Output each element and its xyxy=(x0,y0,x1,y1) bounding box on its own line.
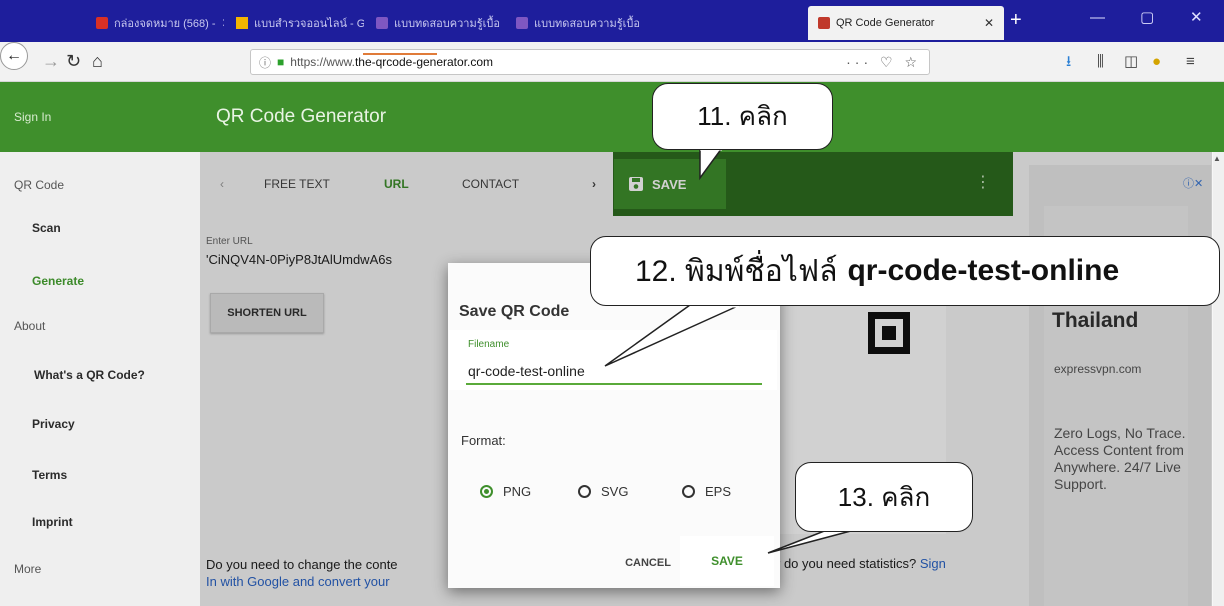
url-text: https://www.the-qrcode-generator.com xyxy=(290,55,493,69)
sidebar-heading-more: More xyxy=(14,562,42,576)
back-icon[interactable]: ← xyxy=(0,42,28,70)
menu-icon[interactable]: ≡ xyxy=(1186,54,1195,70)
format-radio-png[interactable]: PNG xyxy=(480,484,531,499)
radio-label: SVG xyxy=(601,484,629,499)
url-domain: the-qrcode-generator.com xyxy=(354,55,494,69)
navigation-bar: ← → ↻ ⌂ ⓘ ■ https://www.the-qrcode-gener… xyxy=(0,42,1224,82)
qr-favicon-icon xyxy=(818,17,830,29)
extension-icon[interactable]: ● xyxy=(1152,54,1161,70)
tab-label: แบบทดสอบความรู้เบื้อ xyxy=(534,18,640,30)
sidebar-item-generate[interactable]: Generate xyxy=(32,274,84,288)
radio-selected-icon xyxy=(480,485,493,498)
info-icon[interactable]: ⓘ xyxy=(259,54,271,71)
library-icon[interactable]: ⫼ xyxy=(1097,54,1104,70)
address-bar[interactable]: ⓘ ■ https://www.the-qrcode-generator.com… xyxy=(250,49,930,75)
callout-text: 11. คลิก xyxy=(697,101,788,131)
download-icon[interactable]: ⭳ xyxy=(1066,54,1071,70)
browser-tab-forms-1[interactable]: แบบทดสอบความรู้เบื้อ ✕ xyxy=(366,6,504,40)
tab-label: กล่องจดหมาย (568) - xyxy=(114,18,216,30)
callout-step-12: 12. พิมพ์ชื่อไฟล์ qr-code-test-online xyxy=(590,236,1220,306)
format-radio-svg[interactable]: SVG xyxy=(578,484,628,499)
close-window-icon[interactable]: ✕ xyxy=(1190,10,1203,25)
page-actions-icon[interactable]: ··· ♡ ☆ xyxy=(846,54,921,71)
callout-step-11: 11. คลิก xyxy=(652,83,833,150)
callout-step-13: 13. คลิก xyxy=(795,462,973,532)
dialog-title: Save QR Code xyxy=(459,303,570,320)
sidebar-item-whats-a-qr-code[interactable]: What's a QR Code? xyxy=(34,368,145,382)
dialog-save-button[interactable]: SAVE xyxy=(680,536,774,586)
tab-label: แบบทดสอบความรู้เบื้อ xyxy=(394,18,500,30)
radio-label: EPS xyxy=(705,484,732,499)
page-title: QR Code Generator xyxy=(216,106,387,127)
gmail-icon xyxy=(96,17,108,29)
filename-input[interactable] xyxy=(466,359,762,385)
browser-tab-drive[interactable]: แบบสำรวจออนไลน์ - G ✕ xyxy=(226,6,364,40)
radio-unselected-icon xyxy=(682,485,695,498)
browser-tab-gmail[interactable]: กล่องจดหมาย (568) - ✕ xyxy=(86,6,224,40)
forward-icon[interactable]: → xyxy=(42,50,60,72)
sidebar-toggle-icon[interactable]: ◫ xyxy=(1124,54,1138,70)
forms-icon xyxy=(516,17,528,29)
cancel-button[interactable]: CANCEL xyxy=(618,548,678,578)
callout-filename: qr-code-test-online xyxy=(847,254,1120,287)
sidebar-header: Sign In xyxy=(0,82,200,152)
close-icon[interactable]: ✕ xyxy=(984,16,994,30)
sidebar-heading-about: About xyxy=(14,319,46,333)
browser-tab-qr-generator[interactable]: QR Code Generator ✕ xyxy=(808,6,1004,40)
scroll-up-icon[interactable]: ▲ xyxy=(1213,154,1221,163)
active-tab-indicator xyxy=(363,53,437,55)
lock-icon: ■ xyxy=(277,55,285,69)
format-label: Format: xyxy=(461,433,506,448)
tab-label: แบบสำรวจออนไลน์ - G xyxy=(254,18,364,30)
callout-text: 12. พิมพ์ชื่อไฟล์ xyxy=(635,254,838,288)
home-icon[interactable]: ⌂ xyxy=(92,50,103,72)
close-icon[interactable]: ✕ xyxy=(222,16,224,30)
sidebar-heading-qr-code: QR Code xyxy=(14,178,65,192)
sidebar-item-scan[interactable]: Scan xyxy=(32,221,61,235)
drive-icon xyxy=(236,17,248,29)
radio-label: PNG xyxy=(503,484,532,499)
radio-unselected-icon xyxy=(578,485,591,498)
browser-tab-forms-2[interactable]: แบบทดสอบความรู้เบื้อ ✕ xyxy=(506,6,644,40)
sidebar-item-imprint[interactable]: Imprint xyxy=(32,515,73,529)
page-scrollbar[interactable] xyxy=(1213,152,1224,606)
tab-label: QR Code Generator xyxy=(836,17,935,29)
reload-icon[interactable]: ↻ xyxy=(66,50,81,72)
maximize-icon[interactable]: ▢ xyxy=(1140,10,1154,25)
url-prefix: https://www. xyxy=(290,55,355,69)
sidebar-item-terms[interactable]: Terms xyxy=(32,468,67,482)
sidebar: QR Code Scan Generate About What's a QR … xyxy=(0,152,200,606)
format-radio-eps[interactable]: EPS xyxy=(682,484,731,499)
browser-tab-strip: กล่องจดหมาย (568) - ✕ แบบสำรวจออนไลน์ - … xyxy=(0,0,1224,42)
filename-label: Filename xyxy=(468,339,510,350)
callout-text: 13. คลิก xyxy=(837,481,931,512)
minimize-icon[interactable]: — xyxy=(1090,10,1105,25)
sidebar-item-privacy[interactable]: Privacy xyxy=(32,417,75,431)
new-tab-icon[interactable]: + xyxy=(1010,10,1022,30)
sign-in-link[interactable]: Sign In xyxy=(14,110,51,124)
forms-icon xyxy=(376,17,388,29)
